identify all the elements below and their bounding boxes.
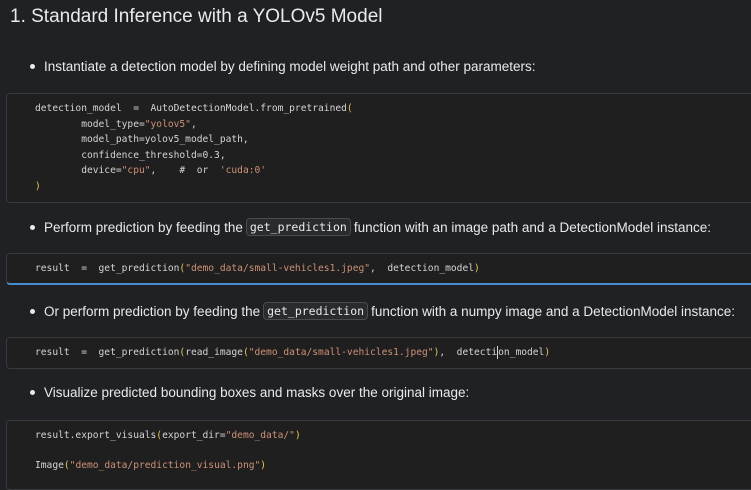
bullet-text-pre: Or perform prediction by feeding the (44, 303, 261, 319)
bullet-dot (30, 64, 35, 69)
bullet-dot (30, 308, 35, 314)
bullet-text: Visualize predicted bounding boxes and m… (44, 385, 470, 400)
code-cell-instantiate-source[interactable]: detection_model = AutoDetectionModel.fro… (35, 101, 353, 195)
bullet-text-pre: Perform prediction by feeding the (44, 219, 243, 235)
bullet-text-post: function with an image path and a Detect… (353, 219, 712, 235)
bullet-instantiate: Instantiate a detection model by definin… (30, 59, 536, 74)
bullet-text-post: function with a numpy image and a Detect… (371, 303, 736, 319)
section-heading: 1. Standard Inference with a YOLOv5 Mode… (10, 6, 383, 27)
inline-code-get-prediction: get_prediction (263, 302, 369, 320)
bullet-dot (30, 224, 35, 230)
code-cell-predict-path-source[interactable]: result = get_prediction("demo_data/small… (35, 261, 480, 277)
code-cell-visualize-source[interactable]: result.export_visuals(export_dir="demo_d… (35, 428, 301, 473)
bullet-text: Instantiate a detection model by definin… (44, 59, 536, 74)
bullet-dot (30, 390, 35, 395)
inline-code-get-prediction: get_prediction (245, 218, 351, 236)
bullet-predict-path: Perform prediction by feeding the get_pr… (30, 218, 711, 236)
bullet-predict-numpy: Or perform prediction by feeding the get… (30, 302, 735, 320)
code-cell-predict-numpy-source[interactable]: result = get_prediction(read_image("demo… (35, 345, 550, 361)
bullet-visualize: Visualize predicted bounding boxes and m… (30, 385, 469, 400)
